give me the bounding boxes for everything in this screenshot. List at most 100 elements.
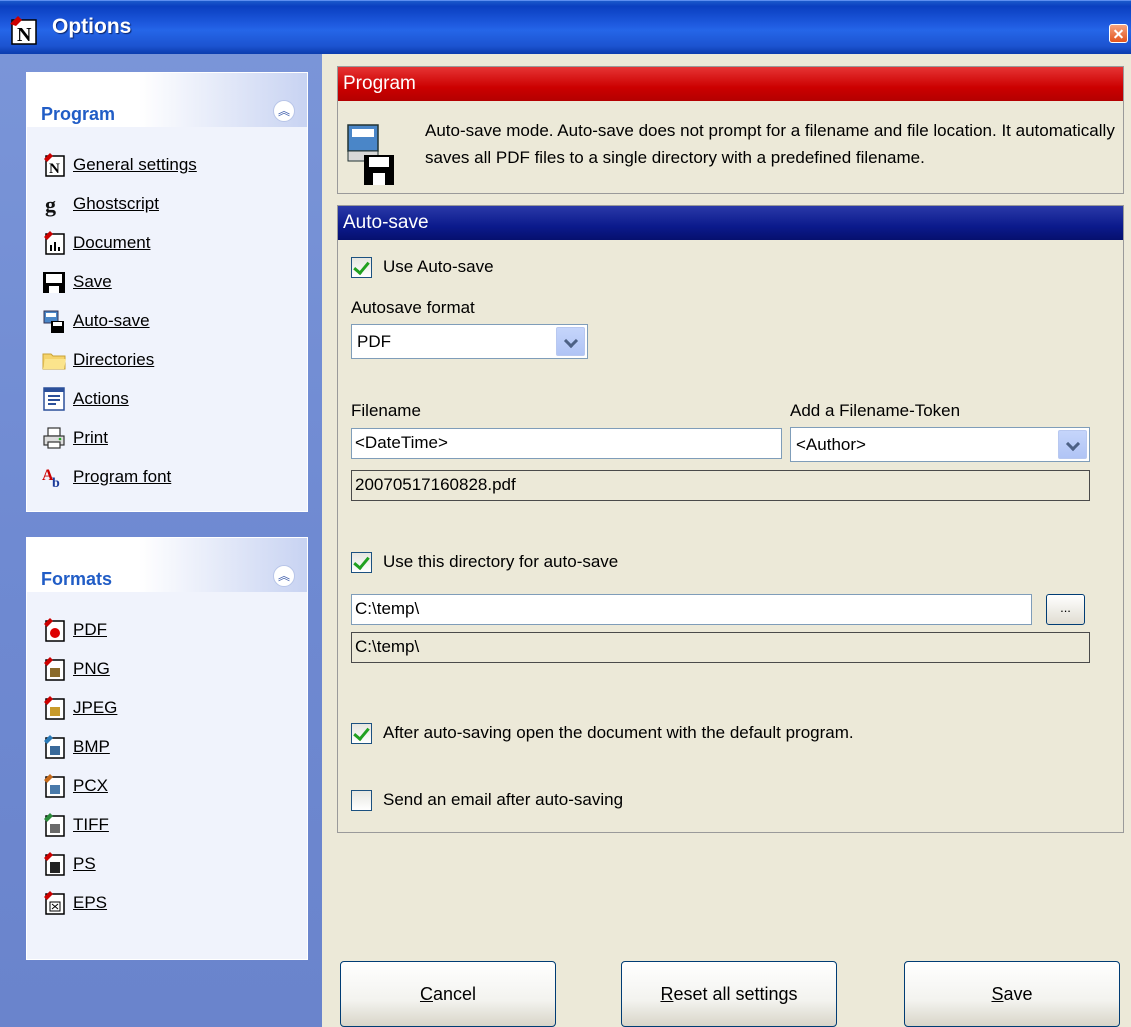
collapse-program-icon[interactable]: ︽ (273, 100, 295, 122)
bmp-icon (41, 734, 67, 760)
filename-token-value: <Author> (796, 435, 866, 454)
actions-icon (41, 386, 67, 412)
program-panel: Program ︽ N General settings g Ghostscri… (26, 72, 308, 512)
sidebar-item-label: Program font (73, 466, 172, 486)
sidebar-item-label: PCX (73, 775, 108, 795)
sidebar-item-general-settings[interactable]: N General settings (41, 145, 307, 184)
autosave-section: Auto-save Use Auto-save Autosave format … (337, 205, 1124, 833)
sidebar-item-ghostscript[interactable]: g Ghostscript (41, 184, 307, 223)
folder-icon (41, 347, 67, 373)
use-directory-checkbox[interactable] (351, 552, 372, 573)
svg-text:N: N (49, 161, 60, 177)
sidebar-item-jpeg[interactable]: JPEG (41, 688, 307, 727)
reset-all-settings-button[interactable]: Reset all settings (621, 961, 837, 1027)
sidebar-item-label: Print (73, 427, 108, 447)
sidebar-item-label: EPS (73, 892, 108, 912)
save-button[interactable]: Save (904, 961, 1120, 1027)
autosave-format-select[interactable]: PDF (351, 324, 588, 359)
sidebar-item-save[interactable]: Save (41, 262, 307, 301)
directory-preview: C:\temp\ (351, 632, 1090, 663)
formats-panel-header[interactable]: Formats ︽ (27, 538, 307, 592)
save-button-label: Save (991, 984, 1033, 1004)
sidebar-item-actions[interactable]: Actions (41, 379, 307, 418)
sidebar-item-label: BMP (73, 736, 110, 756)
send-email-label: Send an email after auto-saving (383, 790, 624, 809)
floppy-icon (41, 269, 67, 295)
filename-token-select[interactable]: <Author> (790, 427, 1090, 462)
sidebar-item-label: Ghostscript (73, 193, 159, 213)
font-icon: Ab (41, 464, 67, 490)
browse-button[interactable]: ... (1046, 594, 1085, 625)
printer-icon (41, 425, 67, 451)
reset-button-label: Reset all settings (660, 984, 798, 1004)
filename-label: Filename (351, 401, 421, 420)
use-autosave-checkbox[interactable] (351, 257, 372, 278)
eps-icon (41, 890, 67, 916)
ghostscript-icon: g (41, 191, 67, 217)
pdf-icon (41, 617, 67, 643)
autosave-large-icon (347, 124, 394, 185)
cancel-button[interactable]: Cancel (340, 961, 556, 1027)
jpeg-icon (41, 695, 67, 721)
filename-preview: 20070517160828.pdf (351, 470, 1090, 501)
chevron-down-icon[interactable] (556, 327, 585, 356)
chevron-down-icon[interactable] (1058, 430, 1087, 459)
use-autosave-label: Use Auto-save (383, 257, 494, 276)
app-icon: N (10, 16, 37, 46)
filename-input[interactable]: <DateTime> (351, 428, 782, 459)
program-panel-header[interactable]: Program ︽ (27, 73, 307, 127)
filename-token-label: Add a Filename-Token (790, 401, 961, 420)
directory-input[interactable]: C:\temp\ (351, 594, 1032, 625)
sidebar-item-auto-save[interactable]: Auto-save (41, 301, 307, 340)
close-button[interactable] (1109, 24, 1128, 43)
svg-text:N: N (17, 24, 32, 46)
sidebar-item-eps[interactable]: EPS (41, 883, 307, 922)
sidebar-item-print[interactable]: Print (41, 418, 307, 457)
formats-nav-list: PDF PNG JPEG BMP PCX TIFF PS EPS (27, 592, 307, 922)
svg-text:g: g (45, 192, 56, 217)
formats-panel-title: Formats (41, 569, 113, 589)
pcx-icon (41, 773, 67, 799)
document-icon (41, 230, 67, 256)
sidebar-item-program-font[interactable]: Ab Program font (41, 457, 307, 496)
sidebar-item-bmp[interactable]: BMP (41, 727, 307, 766)
autosave-format-value: PDF (357, 332, 391, 351)
ps-icon (41, 851, 67, 877)
title-bar: N Options (0, 0, 1131, 54)
open-after-label: After auto-saving open the document with… (383, 723, 854, 742)
use-directory-label: Use this directory for auto-save (383, 552, 619, 571)
autosave-section-title: Auto-save (338, 206, 1123, 240)
sidebar-item-png[interactable]: PNG (41, 649, 307, 688)
program-section-title: Program (338, 67, 1123, 101)
open-after-checkbox[interactable] (351, 723, 372, 744)
sidebar-item-label: PNG (73, 658, 110, 678)
svg-text:b: b (52, 476, 60, 490)
sidebar-item-pcx[interactable]: PCX (41, 766, 307, 805)
program-section: Program Auto-save mode. Auto-save does n… (337, 66, 1124, 194)
sidebar-item-pdf[interactable]: PDF (41, 610, 307, 649)
program-panel-title: Program (41, 104, 116, 124)
autosave-format-label: Autosave format (351, 298, 475, 317)
sidebar-item-document[interactable]: Document (41, 223, 307, 262)
sidebar-item-label: Save (73, 271, 112, 291)
formats-panel: Formats ︽ PDF PNG JPEG BMP PCX TIFF PS E… (26, 537, 308, 960)
sidebar-item-directories[interactable]: Directories (41, 340, 307, 379)
program-nav-list: N General settings g Ghostscript Documen… (27, 127, 307, 496)
autosave-icon (41, 308, 67, 334)
window-title: Options (52, 15, 132, 38)
sidebar: Program ︽ N General settings g Ghostscri… (0, 54, 322, 1027)
send-email-checkbox[interactable] (351, 790, 372, 811)
sidebar-item-label: Auto-save (73, 310, 150, 330)
program-description: Auto-save mode. Auto-save does not promp… (425, 121, 1115, 167)
sidebar-item-label: PS (73, 853, 96, 873)
collapse-formats-icon[interactable]: ︽ (273, 565, 295, 587)
png-icon (41, 656, 67, 682)
sidebar-item-label: Actions (73, 388, 129, 408)
sidebar-item-ps[interactable]: PS (41, 844, 307, 883)
sidebar-item-tiff[interactable]: TIFF (41, 805, 307, 844)
cancel-button-label: Cancel (419, 984, 477, 1004)
sidebar-item-label: Directories (73, 349, 155, 369)
sidebar-item-label: JPEG (73, 697, 118, 717)
sidebar-item-label: General settings (73, 154, 197, 174)
sidebar-item-label: Document (73, 232, 151, 252)
